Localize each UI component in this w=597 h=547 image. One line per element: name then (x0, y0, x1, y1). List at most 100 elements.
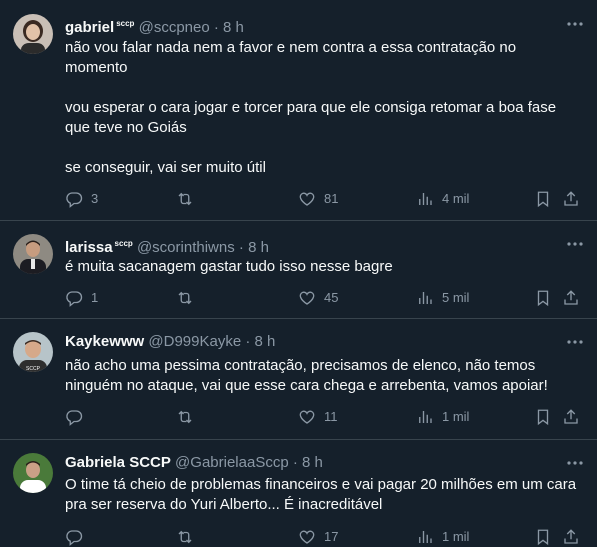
like-count: 11 (324, 409, 338, 424)
tweet-text: O time tá cheio de problemas financeiros… (65, 475, 581, 515)
svg-text:SCCP: SCCP (26, 366, 41, 372)
avatar[interactable] (13, 453, 53, 493)
views-button[interactable]: 1 mil (416, 407, 469, 427)
share-button[interactable] (562, 407, 580, 427)
views-button[interactable]: 5 mil (416, 288, 469, 308)
heart-icon (299, 291, 315, 305)
tweet[interactable]: SCCP Kaykewww @D999Kayke · 8 h não acho … (0, 319, 597, 440)
share-icon (564, 191, 578, 206)
views-button[interactable]: 4 mil (416, 189, 469, 209)
reply-icon (66, 192, 83, 208)
retweet-button[interactable] (176, 288, 202, 308)
bookmark-icon (537, 191, 549, 208)
retweet-button[interactable] (176, 527, 202, 547)
user-handle[interactable]: @scorinthiwns (137, 239, 235, 256)
tweet-header: gabriel sccp @sccpneo · 8 h (65, 14, 561, 36)
display-name[interactable]: larissa sccp (65, 239, 133, 256)
tweet-paragraph: vou esperar o cara jogar e torcer para q… (65, 99, 557, 136)
like-button[interactable]: 45 (298, 288, 338, 308)
bookmark-button[interactable] (534, 407, 552, 427)
bookmark-button[interactable] (534, 288, 552, 308)
reply-icon (66, 410, 83, 426)
more-icon[interactable] (565, 234, 585, 254)
views-icon (419, 411, 432, 423)
views-button[interactable]: 1 mil (416, 527, 469, 547)
separator-dot: · (245, 333, 251, 350)
user-handle[interactable]: @D999Kayke (148, 333, 241, 350)
timestamp[interactable]: 8 h (302, 454, 323, 471)
bookmark-button[interactable] (534, 189, 552, 209)
retweet-icon (178, 410, 192, 424)
action-bar: 17 1 mil (65, 527, 585, 547)
action-bar: 1 45 5 mil (65, 288, 585, 308)
timestamp[interactable]: 8 h (248, 239, 269, 256)
views-icon (419, 292, 432, 304)
bookmark-icon (537, 290, 549, 307)
reply-button[interactable]: 1 (65, 288, 98, 308)
like-count: 81 (324, 191, 339, 206)
tweet[interactable]: larissa sccp @scorinthiwns · 8 h é muita … (0, 221, 597, 319)
retweet-icon (178, 291, 192, 305)
avatar[interactable]: SCCP (13, 332, 53, 372)
reply-count: 3 (91, 191, 99, 206)
user-handle[interactable]: @sccpneo (139, 19, 210, 36)
tweet-paragraph: não acho uma pessima contratação, precis… (65, 357, 548, 394)
timestamp[interactable]: 8 h (223, 19, 244, 36)
share-button[interactable] (562, 527, 580, 547)
retweet-button[interactable] (176, 407, 202, 427)
reply-button[interactable]: 3 (65, 189, 98, 209)
retweet-button[interactable] (176, 189, 202, 209)
like-count: 17 (324, 529, 339, 544)
name-tag: sccp (114, 239, 133, 248)
tweet-paragraph: se conseguir, vai ser muito útil (65, 159, 266, 176)
timestamp[interactable]: 8 h (255, 333, 276, 350)
name-tag: sccp (116, 19, 135, 28)
tweet-text: não acho uma pessima contratação, precis… (65, 356, 581, 396)
tweet[interactable]: Gabriela SCCP @GabrielaaSccp · 8 h O tim… (0, 440, 597, 547)
like-button[interactable]: 17 (298, 527, 338, 547)
tweet-paragraph: não vou falar nada nem a favor e nem con… (65, 39, 517, 76)
views-count: 5 mil (442, 290, 470, 305)
tweet-paragraph: é muita sacanagem gastar tudo isso nesse… (65, 258, 393, 275)
reply-icon (66, 530, 83, 546)
tweet-header: Kaykewww @D999Kayke · 8 h (65, 332, 561, 352)
bookmark-button[interactable] (534, 527, 552, 547)
display-name[interactable]: Gabriela SCCP (65, 454, 171, 471)
retweet-icon (178, 530, 192, 544)
heart-icon (299, 530, 315, 544)
reply-count: 1 (91, 290, 99, 305)
display-name[interactable]: Kaykewww (65, 333, 144, 350)
separator-dot: · (238, 239, 244, 256)
tweet-header: Gabriela SCCP @GabrielaaSccp · 8 h (65, 453, 561, 473)
like-button[interactable]: 81 (298, 189, 338, 209)
share-icon (564, 290, 578, 305)
share-icon (564, 529, 578, 544)
tweet-text: não vou falar nada nem a favor e nem con… (65, 38, 581, 178)
bookmark-icon (537, 409, 549, 426)
tweet-header: larissa sccp @scorinthiwns · 8 h (65, 234, 561, 256)
reply-button[interactable] (65, 527, 91, 547)
views-count: 1 mil (442, 529, 470, 544)
views-count: 1 mil (442, 409, 470, 424)
share-icon (564, 409, 578, 424)
more-icon[interactable] (565, 453, 585, 473)
retweet-icon (178, 192, 192, 206)
share-button[interactable] (562, 288, 580, 308)
views-count: 4 mil (442, 191, 470, 206)
display-name[interactable]: gabriel sccp (65, 19, 134, 36)
action-bar: 11 1 mil (65, 407, 585, 427)
reply-button[interactable] (65, 407, 91, 427)
more-icon[interactable] (565, 332, 585, 352)
more-icon[interactable] (565, 14, 585, 34)
avatar[interactable] (13, 234, 53, 274)
like-button[interactable]: 11 (298, 407, 338, 427)
user-handle[interactable]: @GabrielaaSccp (175, 454, 289, 471)
avatar[interactable] (13, 14, 53, 54)
views-icon (419, 531, 432, 543)
heart-icon (299, 410, 315, 424)
share-button[interactable] (562, 189, 580, 209)
tweet[interactable]: gabriel sccp @sccpneo · 8 h não vou falar… (0, 0, 597, 221)
bookmark-icon (537, 529, 549, 546)
like-count: 45 (324, 290, 339, 305)
tweet-paragraph: O time tá cheio de problemas financeiros… (65, 476, 577, 513)
